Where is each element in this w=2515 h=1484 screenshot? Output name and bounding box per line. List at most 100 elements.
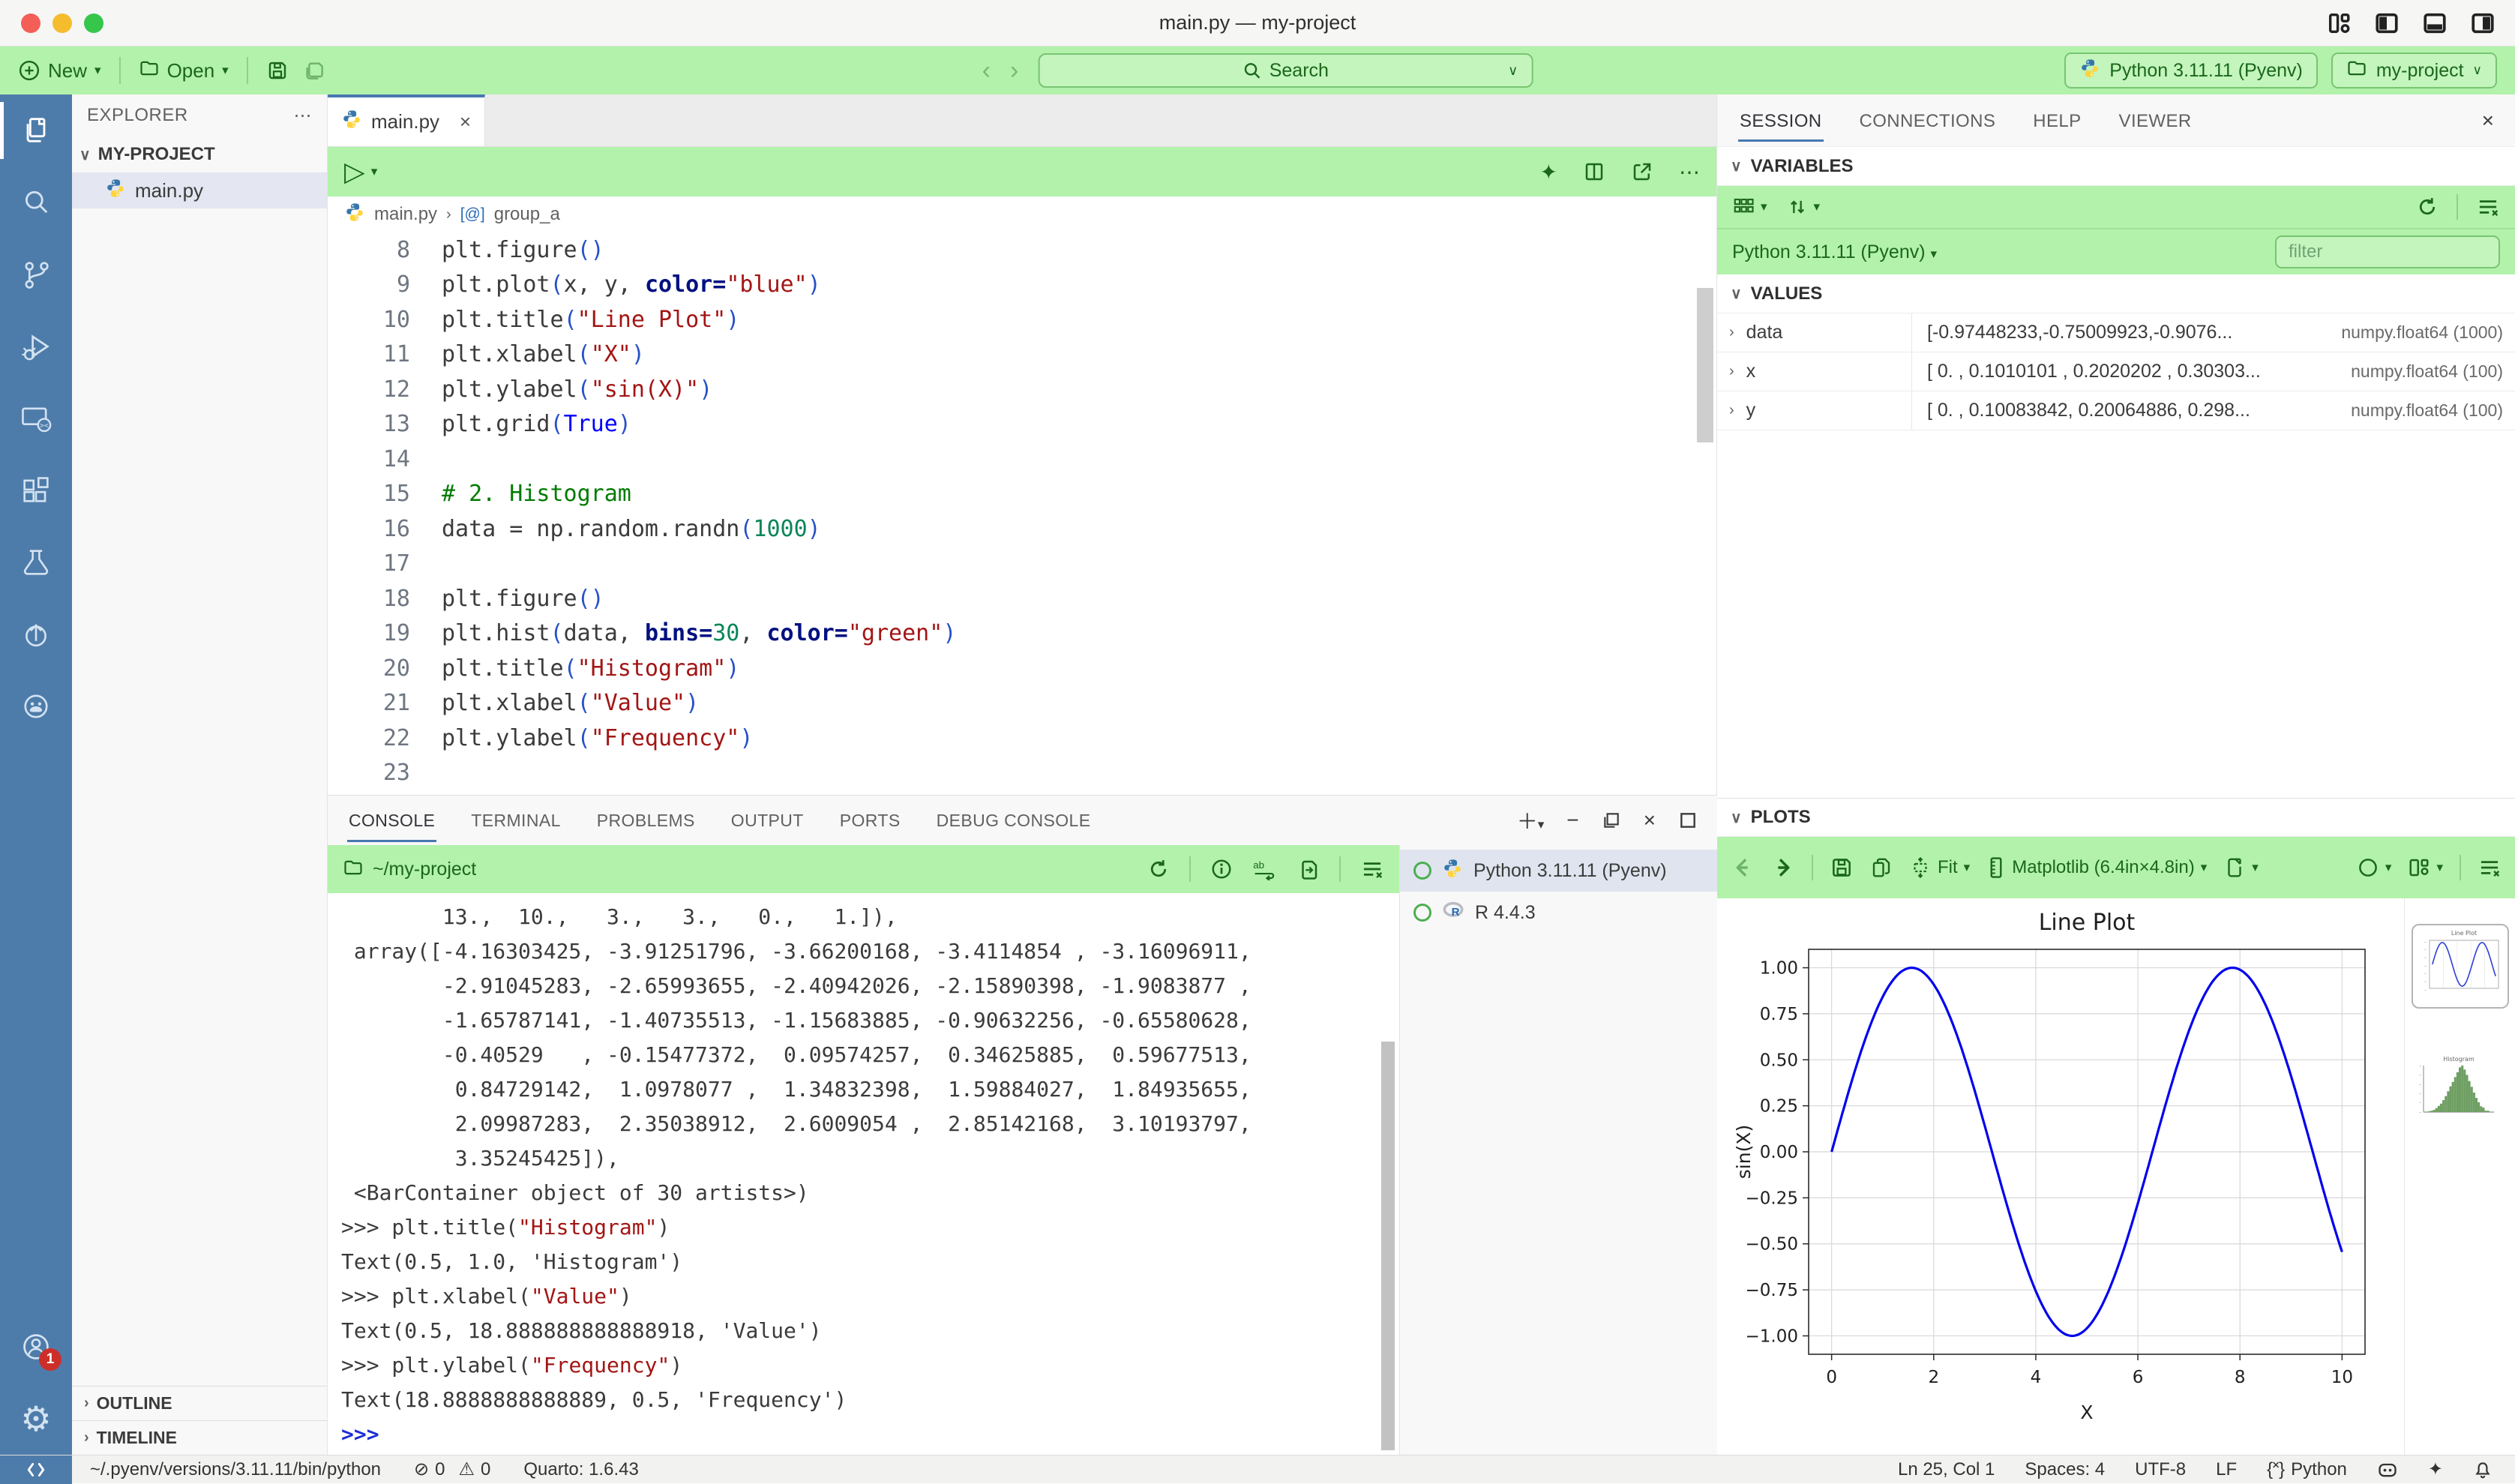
right-tab-session[interactable]: SESSION xyxy=(1738,99,1824,142)
variable-row-y[interactable]: ›y[ 0. , 0.10083842, 0.20064886, 0.298..… xyxy=(1717,391,2515,430)
plot-thumbnail-line[interactable]: Line Plot––––––– xyxy=(2412,924,2509,1009)
close-tab-icon[interactable]: × xyxy=(460,110,471,133)
restore-panel-icon[interactable] xyxy=(1602,811,1621,830)
search-input[interactable]: Search ∨ xyxy=(1038,53,1533,88)
refresh-variables-icon[interactable] xyxy=(2416,196,2439,218)
code-line[interactable]: 8plt.figure() xyxy=(328,232,1716,268)
minimize-window-button[interactable] xyxy=(52,13,72,33)
previous-plot-icon[interactable] xyxy=(1731,856,1755,880)
zoom-window-button[interactable] xyxy=(84,13,103,33)
remote-indicator[interactable] xyxy=(0,1456,72,1484)
code-line[interactable]: 23 xyxy=(328,756,1716,791)
sparkle-icon[interactable]: ✦ xyxy=(2428,1459,2443,1480)
console-info-icon[interactable] xyxy=(1210,858,1233,880)
encoding-status[interactable]: UTF-8 xyxy=(2135,1459,2186,1480)
right-tab-connections[interactable]: CONNECTIONS xyxy=(1858,99,1998,142)
values-section-header[interactable]: ∨VALUES xyxy=(1717,274,2515,313)
variables-filter-input[interactable] xyxy=(2275,235,2500,268)
cursor-position-status[interactable]: Ln 25, Col 1 xyxy=(1898,1459,1995,1480)
editor-more-actions-icon[interactable]: ⋯ xyxy=(1679,160,1700,184)
group-variables-icon[interactable]: ▾ xyxy=(1732,196,1767,218)
settings-gear-icon[interactable]: ⚙ xyxy=(0,1383,72,1455)
search-dropdown-icon[interactable]: ∨ xyxy=(1508,63,1518,79)
console-scrollbar[interactable] xyxy=(1381,1042,1395,1450)
code-line[interactable]: 20plt.title("Histogram") xyxy=(328,651,1716,686)
copy-plot-icon[interactable] xyxy=(1870,856,1893,879)
panel-tab-terminal[interactable]: TERMINAL xyxy=(469,799,562,842)
code-line[interactable]: 18plt.figure() xyxy=(328,581,1716,616)
save-button[interactable] xyxy=(266,59,289,82)
next-plot-icon[interactable] xyxy=(1771,856,1795,880)
session-r[interactable]: RR 4.4.3 xyxy=(1400,892,1717,934)
minimize-panel-icon[interactable]: − xyxy=(1566,808,1578,832)
export-console-icon[interactable] xyxy=(1297,858,1320,880)
code-line[interactable]: 12plt.ylabel("sin(X)") xyxy=(328,372,1716,407)
github-icon[interactable] xyxy=(0,670,72,742)
testing-icon[interactable] xyxy=(0,526,72,598)
eol-status[interactable]: LF xyxy=(2216,1459,2237,1480)
sparkle-ai-icon[interactable]: ✦ xyxy=(1540,160,1557,184)
code-line[interactable]: 15# 2. Histogram xyxy=(328,477,1716,512)
publish-icon[interactable] xyxy=(0,598,72,670)
open-in-window-icon[interactable] xyxy=(1631,160,1653,183)
indentation-status[interactable]: Spaces: 4 xyxy=(2025,1459,2105,1480)
explorer-more-actions-icon[interactable]: ⋯ xyxy=(294,105,313,127)
code-line[interactable]: 10plt.title("Line Plot") xyxy=(328,302,1716,337)
notifications-bell-icon[interactable] xyxy=(2473,1460,2493,1480)
clear-plots-icon[interactable] xyxy=(2478,856,2502,879)
code-line[interactable]: 19plt.hist(data, bins=30, color="green") xyxy=(328,616,1716,652)
panel-tab-console[interactable]: CONSOLE xyxy=(347,799,436,842)
code-editor[interactable]: 8plt.figure()9plt.plot(x, y, color="blue… xyxy=(328,232,1716,795)
sort-variables-icon[interactable]: ▾ xyxy=(1787,196,1821,217)
toggle-right-panel-icon[interactable] xyxy=(2470,10,2496,36)
timeline-section[interactable]: ›TIMELINE xyxy=(72,1420,327,1455)
language-mode-status[interactable]: {˟}Python xyxy=(2267,1459,2347,1480)
tab-main-py[interactable]: main.py × xyxy=(328,94,485,146)
variable-row-data[interactable]: ›data[-0.97448233,-0.75009923,-0.9076...… xyxy=(1717,313,2515,352)
traffic-lights[interactable] xyxy=(0,13,103,33)
code-line[interactable]: 17 xyxy=(328,547,1716,582)
code-line[interactable]: 16data = np.random.randn(1000) xyxy=(328,511,1716,547)
copilot-icon[interactable] xyxy=(2377,1459,2398,1480)
variable-row-x[interactable]: ›x[ 0. , 0.1010101 , 0.2020202 , 0.30303… xyxy=(1717,352,2515,391)
nav-back-icon[interactable]: ‹ xyxy=(982,56,991,85)
code-line[interactable]: 14 xyxy=(328,442,1716,477)
project-selector-button[interactable]: my-project∨ xyxy=(2331,52,2497,88)
explorer-icon[interactable] xyxy=(0,94,72,166)
new-button[interactable]: New▾ xyxy=(18,59,101,82)
file-item-main-py[interactable]: main.py xyxy=(72,172,327,208)
console-output[interactable]: 13., 10., 3., 3., 0., 1.]), array([-4.16… xyxy=(328,893,1399,1454)
source-control-icon[interactable] xyxy=(0,238,72,310)
variables-interpreter-selector[interactable]: Python 3.11.11 (Pyenv) ▾ xyxy=(1732,241,1937,263)
save-plot-icon[interactable] xyxy=(1830,856,1854,880)
project-root-item[interactable]: ∨MY-PROJECT xyxy=(72,136,327,172)
close-window-button[interactable] xyxy=(21,13,40,33)
variables-section-header[interactable]: ∨VARIABLES xyxy=(1717,147,2515,186)
right-tab-viewer[interactable]: VIEWER xyxy=(2118,99,2193,142)
nav-forward-icon[interactable]: › xyxy=(1010,56,1018,85)
plots-layout-icon[interactable]: ▾ xyxy=(2408,856,2443,879)
account-icon[interactable]: 1 xyxy=(0,1311,72,1383)
plot-size-selector[interactable]: Matplotlib (6.4in×4.8in)▾ xyxy=(1986,856,2207,879)
remote-console-icon[interactable]: >< xyxy=(0,382,72,454)
plot-thumbnail-histogram[interactable]: Histogram–––––– xyxy=(2412,1052,2509,1128)
split-editor-icon[interactable] xyxy=(1583,160,1605,183)
code-line[interactable]: 11plt.xlabel("X") xyxy=(328,337,1716,373)
plot-shape-icon[interactable]: ▾ xyxy=(2357,856,2392,879)
close-panel-icon[interactable]: × xyxy=(1644,808,1656,832)
panel-tab-debug-console[interactable]: DEBUG CONSOLE xyxy=(935,799,1093,842)
extensions-icon[interactable] xyxy=(0,454,72,526)
search-sidebar-icon[interactable] xyxy=(0,166,72,238)
code-line[interactable]: 21plt.xlabel("Value") xyxy=(328,686,1716,721)
close-right-panel-icon[interactable]: × xyxy=(2482,109,2494,133)
maximize-panel-icon[interactable] xyxy=(1678,811,1698,830)
session-python[interactable]: Python 3.11.11 (Pyenv) xyxy=(1400,850,1717,892)
code-line[interactable]: 13plt.grid(True) xyxy=(328,407,1716,442)
restart-console-icon[interactable] xyxy=(1147,858,1170,880)
right-tab-help[interactable]: HELP xyxy=(2031,99,2082,142)
problems-status[interactable]: ⊘0 ⚠0 xyxy=(414,1459,490,1480)
quarto-status[interactable]: Quarto: 1.6.43 xyxy=(523,1459,638,1480)
save-all-button[interactable] xyxy=(302,58,326,82)
breadcrumb[interactable]: main.py › [@] group_a xyxy=(328,196,1716,232)
code-line[interactable]: 22plt.ylabel("Frequency") xyxy=(328,721,1716,756)
